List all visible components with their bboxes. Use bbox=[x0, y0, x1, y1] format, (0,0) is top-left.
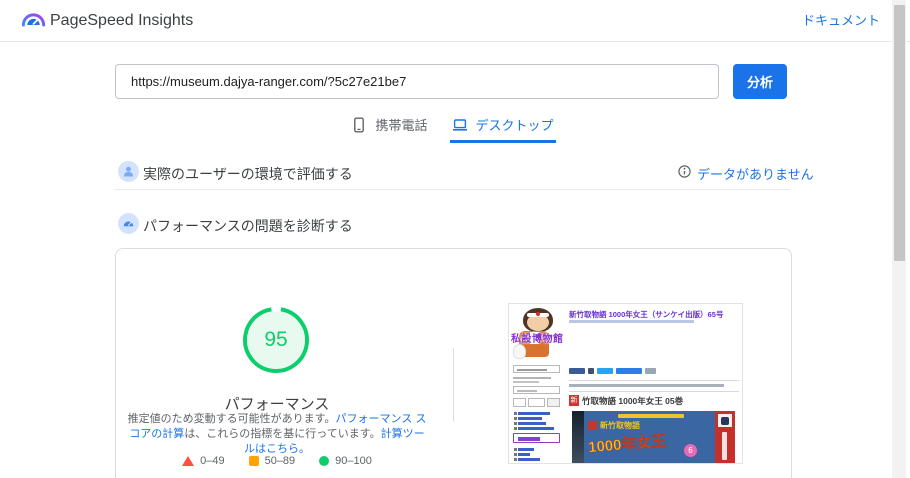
user-icon bbox=[118, 161, 139, 182]
site-screenshot-thumbnail[interactable]: 私設博物館 新竹取物語 1000年女王（サンケイ出版）65号 新 竹取物語 10… bbox=[508, 303, 743, 464]
sidebar-purple-box bbox=[513, 433, 560, 443]
device-tabs: 携帯電話 デスクトップ bbox=[115, 109, 790, 143]
share-pill bbox=[616, 368, 642, 374]
mobile-phone-icon bbox=[354, 117, 365, 133]
breadcrumb-bar bbox=[569, 320, 694, 323]
performance-label: パフォーマンス bbox=[224, 396, 330, 413]
sidebar-link-bar bbox=[518, 417, 542, 420]
vertical-divider bbox=[453, 348, 454, 421]
performance-score-gauge[interactable]: 95 bbox=[242, 306, 310, 374]
sidebar-link-bar bbox=[518, 448, 534, 451]
tags-bar bbox=[569, 384, 724, 387]
thumb-page-title: 新竹取物語 1000年女王（サンケイ出版）65号 bbox=[569, 310, 724, 319]
cover-main-title: 1000年女王 bbox=[587, 432, 668, 457]
sidebar-link-bar bbox=[518, 453, 530, 456]
documentation-link[interactable]: ドキュメント bbox=[802, 0, 880, 41]
legend-item-good: 90–100 bbox=[319, 455, 372, 467]
performance-score-value: 95 bbox=[264, 328, 288, 351]
sidebar-link-bar bbox=[518, 463, 536, 464]
scrollbar-thumb[interactable] bbox=[893, 5, 905, 261]
thumb-post-title: 竹取物語 1000年女王 05巻 bbox=[582, 396, 684, 406]
lab-section-title[interactable]: パフォーマンスの問題を診断する bbox=[143, 216, 353, 236]
legend-range-good: 90–100 bbox=[335, 455, 372, 467]
legend-item-poor: 0–49 bbox=[182, 455, 225, 467]
sidebar-link-bar bbox=[518, 412, 550, 415]
info-icon bbox=[678, 165, 691, 178]
orange-square-icon bbox=[248, 456, 259, 466]
tab-mobile-label: 携帯電話 bbox=[375, 118, 428, 133]
green-circle-icon bbox=[319, 456, 330, 466]
cat-image bbox=[513, 344, 526, 359]
sidebar-link-bar bbox=[518, 422, 546, 425]
scrollbar-track[interactable] bbox=[892, 0, 906, 478]
note-text-2: は、これらの指標を基に行っています。 bbox=[184, 428, 381, 440]
page-title: PageSpeed Insights bbox=[50, 12, 194, 29]
field-section-title[interactable]: 実際のユーザーの環境で評価する bbox=[143, 164, 353, 184]
manga-cover-image: 新竹取物語 1000年女王 6 bbox=[572, 411, 735, 463]
tab-desktop-label: デスクトップ bbox=[475, 118, 554, 133]
social-share-buttons bbox=[569, 368, 656, 374]
sidebar-link-bar bbox=[518, 458, 540, 461]
tab-desktop[interactable]: デスクトップ bbox=[449, 115, 556, 143]
url-input[interactable] bbox=[115, 64, 719, 99]
site-logo-text: 私設博物館 bbox=[511, 334, 564, 345]
desktop-icon bbox=[452, 118, 467, 131]
red-triangle-icon bbox=[182, 456, 195, 466]
performance-report-card: 95 パフォーマンス 推定値のため変動する可能性があります。パフォーマンス スコ… bbox=[115, 248, 792, 478]
note-text-1: 推定値のため変動する可能性があります。 bbox=[127, 413, 336, 425]
sidebar-search bbox=[513, 386, 560, 394]
legend-item-average: 50–89 bbox=[248, 455, 296, 467]
share-pill bbox=[588, 368, 594, 374]
cover-series-title: 新竹取物語 bbox=[600, 421, 640, 430]
share-pill bbox=[569, 368, 585, 374]
tab-mobile[interactable]: 携帯電話 bbox=[349, 115, 429, 143]
legend-range-average: 50–89 bbox=[264, 455, 296, 467]
pagespeed-insights-page: PageSpeed Insights ドキュメント 分析 携帯電話 デスクトップ… bbox=[0, 0, 910, 478]
pagespeed-logo-icon bbox=[21, 13, 46, 27]
section-divider bbox=[115, 189, 790, 190]
no-data-status[interactable]: データがありません bbox=[697, 164, 814, 183]
sidebar-select bbox=[513, 365, 560, 373]
app-header: PageSpeed Insights ドキュメント bbox=[0, 0, 910, 42]
new-badge: 新 bbox=[569, 395, 579, 406]
analyze-button[interactable]: 分析 bbox=[733, 64, 787, 99]
legend-range-poor: 0–49 bbox=[200, 455, 225, 467]
performance-note: 推定値のため変動する可能性があります。パフォーマンス スコアの計算は、これらの指… bbox=[127, 412, 427, 457]
cover-volume-badge: 6 bbox=[684, 444, 697, 457]
sidebar-link-bar bbox=[518, 427, 554, 430]
share-pill bbox=[597, 368, 613, 374]
share-pill bbox=[645, 368, 656, 374]
score-legend: 0–49 50–89 90–100 bbox=[116, 455, 438, 467]
performance-gauge-icon bbox=[118, 213, 139, 234]
